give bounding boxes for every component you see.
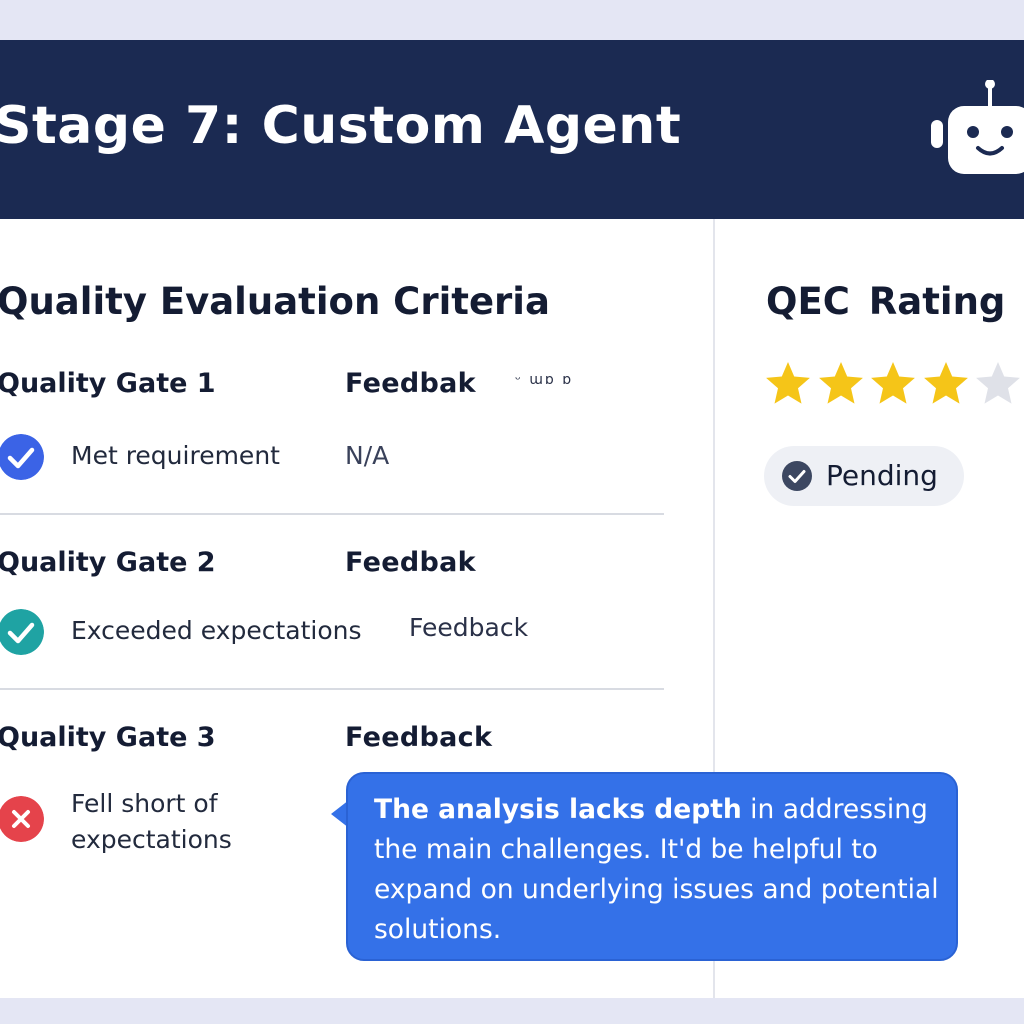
gate-2-status: Exceeded expectations: [71, 616, 362, 645]
gate-1-feedback-heading: Feedbak: [345, 368, 476, 399]
star-filled-icon: [766, 362, 810, 404]
gate-2-title: Quality Gate 2: [0, 547, 216, 578]
check-circle-icon: [782, 461, 812, 491]
star-empty-icon: [976, 362, 1020, 404]
gate-1-title: Quality Gate 1: [0, 368, 216, 399]
criteria-section-title: Quality Evaluation Criteria: [0, 280, 550, 323]
check-circle-icon: [0, 434, 44, 480]
gate-2-feedback-heading: Feedbak: [345, 547, 476, 578]
gate-3-status-line-2: expectations: [71, 825, 232, 854]
page-title: Stage 7: Custom Agent: [0, 96, 682, 156]
gate-3-feedback-heading: Feedback: [345, 722, 493, 753]
feedback-bubble-text: The analysis lacks depth in addressing t…: [374, 790, 954, 950]
status-badge-label: Pending: [826, 459, 938, 492]
gate-3-status-line-1: Fell short of: [71, 789, 218, 818]
check-circle-icon: [0, 609, 44, 655]
star-filled-icon: [818, 362, 863, 404]
star-filled-icon: [871, 362, 915, 404]
gate-1-feedback-value: N/A: [345, 441, 390, 470]
gate-2-feedback-value: Feedback: [409, 613, 529, 642]
robot-icon: [931, 80, 1024, 174]
row-divider: [0, 688, 664, 690]
feedback-bubble-lead: The analysis lacks depth: [374, 794, 742, 825]
status-badge: Pending: [764, 446, 964, 506]
feedback-bubble: The analysis lacks depth in addressing t…: [346, 772, 958, 961]
x-circle-icon: [0, 796, 44, 842]
stray-glyphs: ᵕ ɯɒ ɒ: [515, 372, 574, 388]
rating-title: QEC Rating: [766, 280, 1006, 323]
gate-3-title: Quality Gate 3: [0, 722, 216, 753]
star-filled-icon: [923, 362, 968, 404]
gate-1-status: Met requirement: [71, 441, 280, 470]
row-divider: [0, 513, 664, 515]
